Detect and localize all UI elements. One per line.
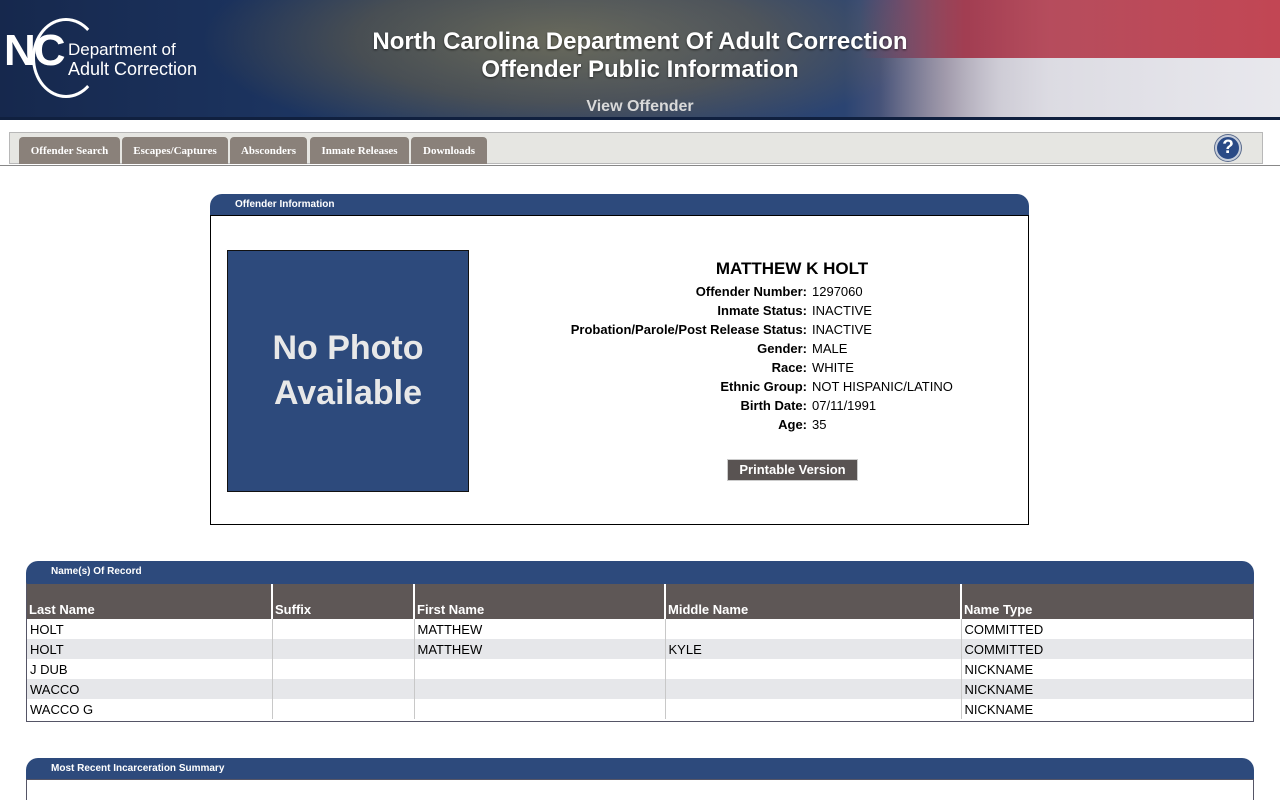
tab-offender-search[interactable]: Offender Search [19,137,120,164]
nav-divider [0,165,1280,166]
names-of-record-table: Last Name Suffix First Name Middle Name … [27,584,1254,719]
table-row: HOLT MATTHEW KYLE COMMITTED [27,639,1254,659]
cell-name-type: COMMITTED [961,619,1254,639]
column-header-first-name: First Name [414,584,666,619]
page-subtitle: View Offender [586,98,694,115]
cell-name-type: NICKNAME [961,679,1254,699]
cell-last-name: J DUB [27,659,273,679]
cell-suffix [272,639,415,659]
column-header-middle-name: Middle Name [665,584,962,619]
cell-last-name: WACCO [27,679,273,699]
cell-middle-name [665,699,962,719]
cell-first-name: MATTHEW [414,619,666,639]
logo-line-2: Adult Correction [68,59,198,79]
info-label: Birth Date: [740,398,807,413]
info-label: Gender: [757,341,807,356]
info-label: Age: [778,417,807,432]
info-row-age: Age: 35 [480,417,1040,436]
page-title: North Carolina Department Of Adult Corre… [340,28,940,84]
info-row-inmate-status: Inmate Status: INACTIVE [480,303,1040,322]
names-of-record-heading: Name(s) Of Record [26,561,1254,582]
info-row-birth-date: Birth Date: 07/11/1991 [480,398,1040,417]
printable-version-button[interactable]: Printable Version [727,459,858,481]
cell-first-name: MATTHEW [414,639,666,659]
column-header-name-type: Name Type [961,584,1253,619]
table-row: J DUB NICKNAME [27,659,1254,679]
cell-middle-name [665,619,962,639]
cell-suffix [272,619,415,639]
cell-name-type: COMMITTED [961,639,1254,659]
tab-inmate-releases[interactable]: Inmate Releases [310,137,409,164]
info-row-offender-number: Offender Number: 1297060 [480,284,1040,303]
offender-info-heading: Offender Information [210,194,1029,215]
logo-nc: NC [4,26,66,75]
info-label: Probation/Parole/Post Release Status: [570,322,807,337]
info-value: 35 [812,417,827,432]
tab-absconders[interactable]: Absconders [230,137,307,164]
table-row: WACCO NICKNAME [27,679,1254,699]
flag-stripe-white [880,58,1280,120]
banner-border [0,117,1280,120]
incarceration-summary-panel [26,779,1254,800]
cell-name-type: NICKNAME [961,699,1254,719]
cell-suffix [272,679,415,699]
table-row: HOLT MATTHEW COMMITTED [27,619,1254,639]
logo-line-1: Department of [68,40,176,59]
info-value: 07/11/1991 [812,398,877,413]
cell-middle-name [665,679,962,699]
cell-last-name: WACCO G [27,699,273,719]
tab-escapes-captures[interactable]: Escapes/Captures [122,137,228,164]
info-row-gender: Gender: MALE [480,341,1040,360]
info-label: Inmate Status: [717,303,807,318]
info-value: INACTIVE [812,303,872,318]
info-row-race: Race: WHITE [480,360,1040,379]
cell-first-name [414,659,666,679]
agency-logo[interactable]: NC Department of Adult Correction [4,18,214,98]
help-icon[interactable]: ? [1215,135,1241,161]
table-row: WACCO G NICKNAME [27,699,1254,719]
info-row-ethnic-group: Ethnic Group: NOT HISPANIC/LATINO [480,379,1040,398]
cell-last-name: HOLT [27,639,273,659]
no-photo-placeholder: No Photo Available [227,250,469,492]
info-row-probation-status: Probation/Parole/Post Release Status: IN… [480,322,1040,341]
title-line-2: Offender Public Information [481,56,799,83]
incarceration-summary-heading: Most Recent Incarceration Summary [26,758,1254,779]
cell-suffix [272,699,415,719]
title-line-1: North Carolina Department Of Adult Corre… [372,28,908,55]
cell-name-type: NICKNAME [961,659,1254,679]
info-label: Race: [771,360,807,375]
info-value: MALE [812,341,848,356]
cell-last-name: HOLT [27,619,273,639]
info-value: 1297060 [812,284,863,299]
cell-suffix [272,659,415,679]
column-header-last-name: Last Name [27,584,273,619]
info-label: Ethnic Group: [720,379,807,394]
photo-placeholder-text: No Photo Available [272,329,424,412]
table-header-row: Last Name Suffix First Name Middle Name … [27,584,1253,619]
info-value: NOT HISPANIC/LATINO [812,379,953,394]
info-value: WHITE [812,360,854,375]
cell-first-name [414,679,666,699]
tab-downloads[interactable]: Downloads [411,137,487,164]
info-value: INACTIVE [812,322,872,337]
cell-middle-name [665,659,962,679]
column-header-suffix: Suffix [272,584,415,619]
offender-name: MATTHEW K HOLT [715,259,869,278]
info-label: Offender Number: [695,284,807,299]
cell-first-name [414,699,666,719]
cell-middle-name: KYLE [665,639,962,659]
